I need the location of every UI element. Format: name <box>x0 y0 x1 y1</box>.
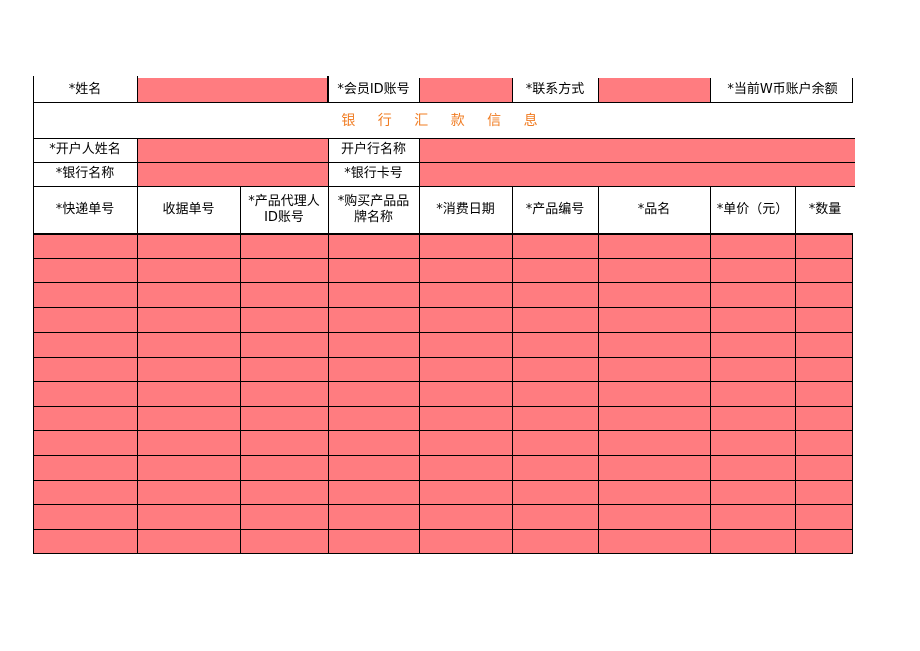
header-product-code: *产品编号 <box>512 186 598 233</box>
remittance-form: *姓名 *会员ID账号 *联系方式 *当前W币账户余额 银 行 汇 款 信 息 … <box>33 76 855 556</box>
card-number-field[interactable] <box>419 162 855 186</box>
header-express-no: *快递单号 <box>33 186 137 233</box>
section-title: 银 行 汇 款 信 息 <box>33 103 855 138</box>
branch-name-field[interactable] <box>419 138 855 162</box>
header-receipt-no: 收据单号 <box>137 186 240 233</box>
bank-name-label: *银行名称 <box>33 162 137 186</box>
header-agent-id: *产品代理人ID账号 <box>240 186 328 233</box>
contact-field[interactable] <box>598 78 710 102</box>
member-id-field[interactable] <box>419 78 512 102</box>
header-quantity: *数量 <box>795 186 855 233</box>
holder-name-field[interactable] <box>137 138 328 162</box>
balance-label: *当前W币账户余额 <box>710 78 855 102</box>
name-field[interactable] <box>137 78 328 102</box>
contact-label: *联系方式 <box>512 78 598 102</box>
member-id-label: *会员ID账号 <box>328 78 419 102</box>
header-unit-price: *单价（元） <box>710 186 795 233</box>
header-brand-name: *购买产品品牌名称 <box>328 186 419 233</box>
name-label: *姓名 <box>33 78 137 102</box>
bank-name-field[interactable] <box>137 162 328 186</box>
branch-name-label: 开户行名称 <box>328 138 419 162</box>
data-rows-area[interactable] <box>33 233 852 553</box>
header-product-name: *品名 <box>598 186 710 233</box>
header-purchase-date: *消费日期 <box>419 186 512 233</box>
holder-name-label: *开户人姓名 <box>33 138 137 162</box>
card-number-label: *银行卡号 <box>328 162 419 186</box>
